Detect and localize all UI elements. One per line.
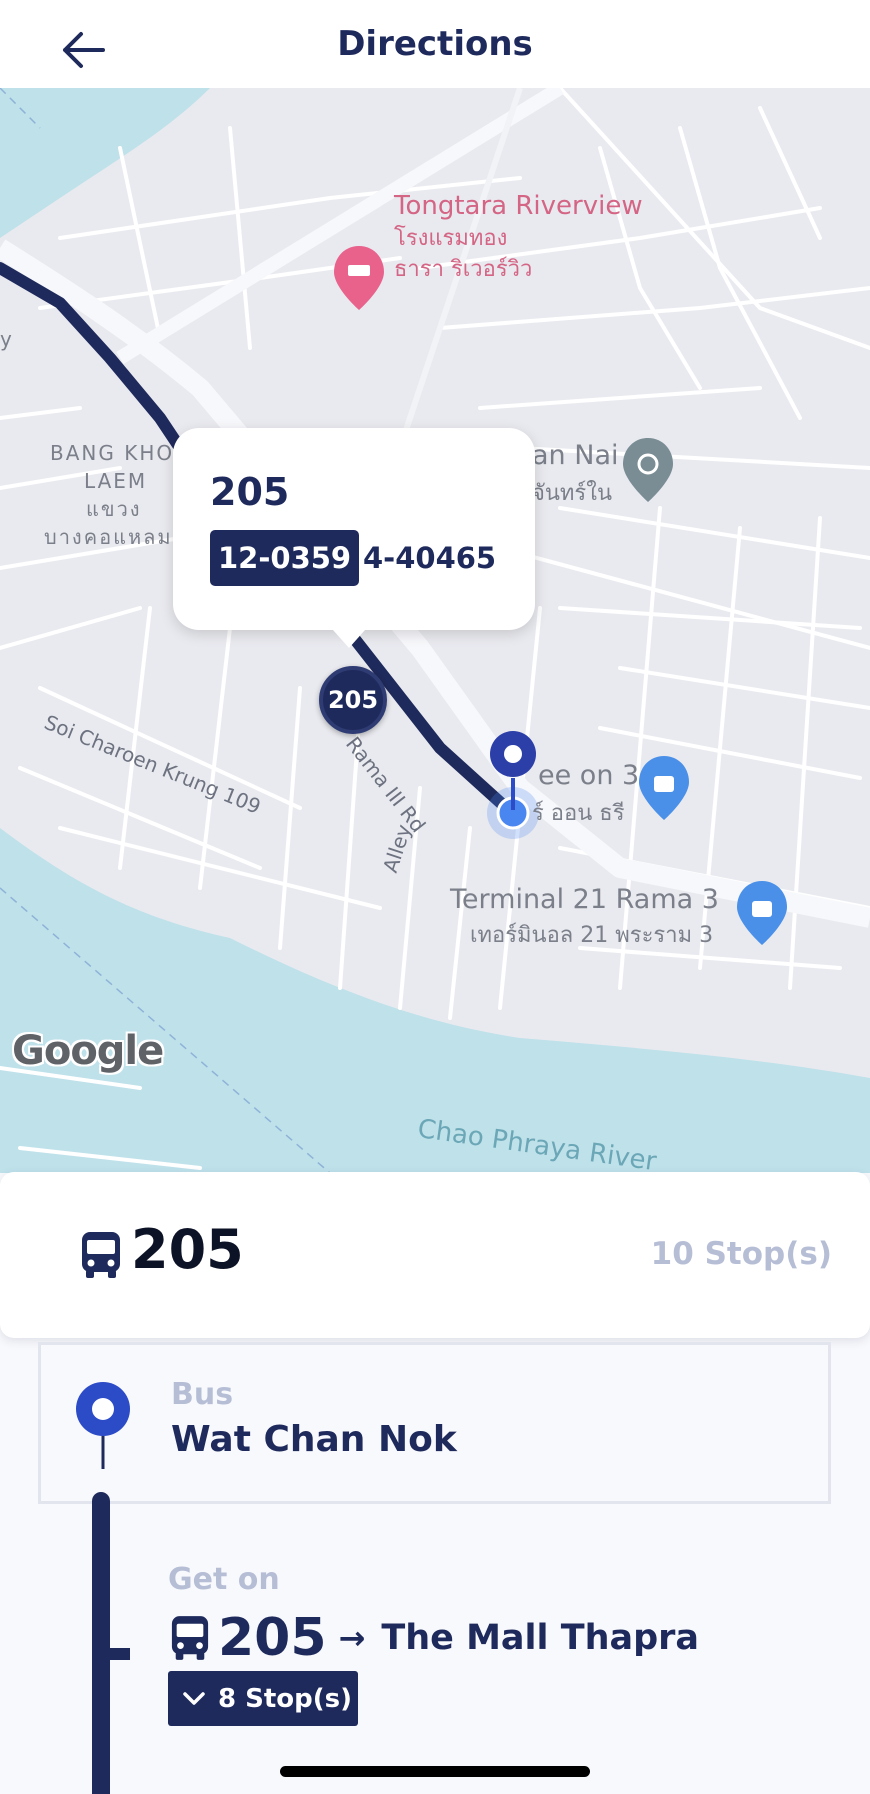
location-pin-icon [76, 1382, 130, 1469]
temple-pin-icon [623, 438, 673, 502]
expand-stops-label: 8 Stop(s) [218, 1683, 353, 1714]
step-geton-type: Get on [168, 1562, 280, 1597]
step-geton-destination: The Mall Thapra [381, 1618, 700, 1658]
timeline-tick [108, 1648, 130, 1660]
chevron-down-icon [183, 1691, 205, 1705]
callout-route-number: 205 [210, 470, 290, 514]
page-title: Directions [337, 24, 533, 64]
hotel-pin-icon [334, 246, 384, 310]
map-view[interactable]: Tongtara Riverview โรงแรมทอง ธารา ริเวอร… [0, 88, 870, 1173]
map-label-mall: Terminal 21 Rama 3 [450, 884, 719, 915]
step-geton-route-row: 205 → The Mall Thapra [170, 1606, 699, 1670]
map-label-temple: an Nai [532, 440, 619, 471]
step-origin-name: Wat Chan Nok [171, 1419, 457, 1460]
bus-icon [171, 1616, 209, 1660]
map-label-hotel: Tongtara Riverview [394, 191, 643, 221]
map-label-shop: ee on 3 [538, 760, 640, 791]
map-label-edge: y [0, 327, 14, 351]
callout-vehicle-id: 4-40465 [363, 541, 497, 575]
map-label-hotel-thai: โรงแรมทอง [394, 226, 508, 251]
bus-icon [82, 1232, 120, 1278]
map-label-temple-thai: จันทร์ใน [532, 481, 613, 506]
step-origin[interactable]: Bus Wat Chan Nok [38, 1342, 831, 1504]
shopping-pin-icon [737, 881, 787, 945]
step-geton-route-number: 205 [218, 1608, 327, 1668]
summary-route-number: 205 [131, 1218, 244, 1281]
callout-plate-badge: 12-0359 [210, 530, 360, 586]
expand-stops-button[interactable]: 8 Stop(s) [168, 1671, 358, 1726]
map-label-area-thai: แขวง [86, 497, 142, 521]
shopping-pin-icon [639, 756, 689, 820]
route-timeline [92, 1492, 110, 1794]
map-label-area: BANG KHO [50, 441, 175, 465]
bus-info-callout[interactable]: 205 12-0359 4-40465 [173, 428, 535, 648]
map-label-mall-thai: เทอร์มินอล 21 พระราม 3 [470, 923, 714, 948]
google-logo: Google [12, 1028, 164, 1074]
map-label-area-thai-2: บางคอแหลม [44, 525, 173, 549]
map-label-hotel-thai-2: ธารา ริเวอร์วิว [394, 257, 533, 282]
step-origin-type: Bus [171, 1377, 234, 1412]
summary-stop-count: 10 Stop(s) [650, 1236, 832, 1272]
map-label-area-2: LAEM [84, 469, 148, 493]
map-label-shop-thai: ร์ ออน ธรี [532, 801, 625, 826]
arrow-right-icon: → [338, 1619, 366, 1657]
route-summary-card[interactable]: 205 10 Stop(s) [0, 1172, 870, 1338]
top-bar: Directions [0, 0, 870, 88]
home-indicator[interactable] [280, 1766, 590, 1777]
bus-location-marker[interactable]: 205 [319, 666, 387, 734]
